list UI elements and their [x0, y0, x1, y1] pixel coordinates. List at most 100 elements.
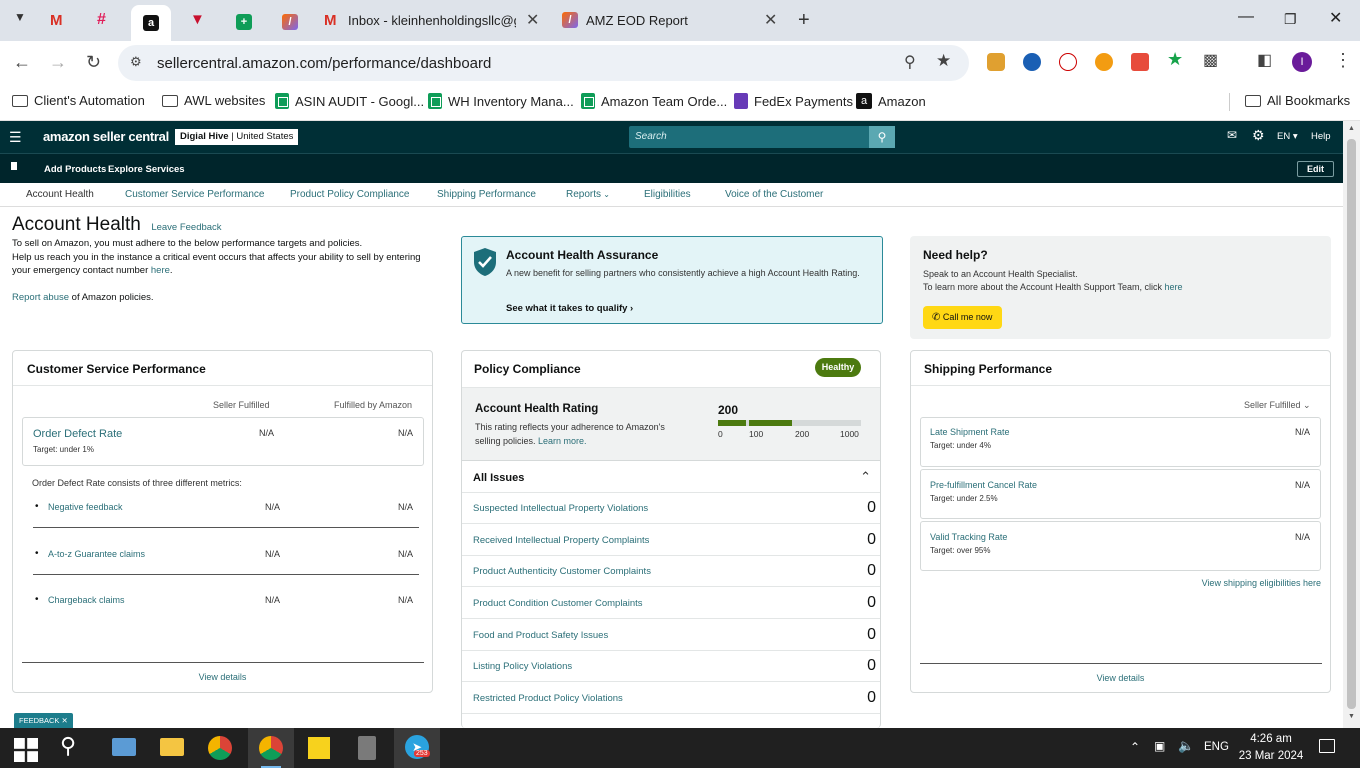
chrome-icon[interactable]	[208, 736, 232, 760]
call-me-now-button[interactable]: ✆ Call me now	[923, 306, 1002, 329]
search-button[interactable]: ⚲	[869, 126, 895, 148]
back-icon[interactable]: ←	[13, 52, 31, 73]
site-info-icon[interactable]: ⚙	[130, 54, 142, 70]
minimize-icon[interactable]: —	[1238, 8, 1254, 26]
bookmark-flag-icon[interactable]	[11, 162, 17, 170]
scroll-down-icon[interactable]: ▼	[1348, 713, 1355, 720]
scroll-up-icon[interactable]: ▲	[1348, 125, 1355, 132]
tab-gmail[interactable]: M	[50, 12, 63, 30]
chrome-profile-active[interactable]	[248, 728, 294, 768]
restore-icon[interactable]: ❐	[1284, 11, 1297, 28]
issue-row[interactable]: Food and Product Safety Issues 0	[462, 620, 880, 651]
extension-star-icon[interactable]: ★	[1167, 49, 1183, 70]
network-icon[interactable]: ▣	[1154, 739, 1165, 753]
tab-slack[interactable]: #	[97, 11, 106, 29]
hamburger-menu-icon[interactable]: ☰	[9, 129, 22, 146]
bookmark-amazon[interactable]: a Amazon	[856, 93, 926, 109]
extension-icon-2[interactable]	[1023, 53, 1041, 71]
bookmark-asin-audit[interactable]: ASIN AUDIT - Googl...	[275, 93, 424, 109]
issue-row[interactable]: Suspected Intellectual Property Violatio…	[462, 493, 880, 524]
url-text[interactable]: sellercentral.amazon.com/performance/das…	[157, 55, 491, 72]
tab-amz-eod[interactable]: / AMZ EOD Report ✕	[556, 6, 786, 35]
extension-icon-1[interactable]	[987, 53, 1005, 71]
edit-button[interactable]: Edit	[1297, 161, 1334, 177]
issue-label[interactable]: Food and Product Safety Issues	[473, 630, 608, 641]
issue-row[interactable]: Listing Policy Violations 0	[462, 651, 880, 682]
zoom-icon[interactable]: ⚲	[904, 52, 916, 72]
emergency-contact-link[interactable]: here	[151, 265, 170, 276]
file-explorer-icon[interactable]	[160, 738, 184, 756]
search-input[interactable]: Search	[635, 131, 667, 142]
help-link[interactable]: Help	[1311, 131, 1331, 142]
language-indicator[interactable]: ENG	[1204, 741, 1229, 753]
issue-row[interactable]: Product Authenticity Customer Complaints…	[462, 556, 880, 587]
scroll-thumb[interactable]	[1347, 139, 1356, 709]
valid-tracking-box[interactable]: Valid Tracking Rate Target: over 95% N/A	[920, 521, 1321, 571]
chargeback-claims-link[interactable]: Chargeback claims	[48, 595, 125, 605]
add-products-link[interactable]: Add Products	[44, 164, 106, 175]
desktop-app-icon[interactable]	[112, 738, 136, 756]
nav-product-policy[interactable]: Product Policy Compliance	[290, 189, 410, 200]
leave-feedback-link[interactable]: Leave Feedback	[151, 222, 221, 233]
issue-label[interactable]: Product Authenticity Customer Complaints	[473, 566, 651, 577]
windows-start-icon[interactable]	[14, 738, 38, 762]
late-shipment-box[interactable]: Late Shipment Rate Target: under 4% N/A	[920, 417, 1321, 467]
new-tab-button[interactable]: +	[798, 9, 810, 32]
side-panel-icon[interactable]: ◧	[1257, 50, 1272, 70]
calculator-icon[interactable]	[358, 736, 376, 760]
volume-icon[interactable]: 🔈	[1178, 738, 1194, 754]
negative-feedback-link[interactable]: Negative feedback	[48, 502, 123, 512]
settings-gear-icon[interactable]: ⚙	[1252, 127, 1265, 144]
tab-clickup[interactable]: /	[282, 12, 298, 30]
bookmark-amazon-team[interactable]: Amazon Team Orde...	[581, 93, 727, 109]
extensions-puzzle-icon[interactable]: ▩	[1203, 50, 1218, 70]
bookmark-fedex[interactable]: FedEx Payments	[734, 93, 853, 109]
assurance-qualify-link[interactable]: See what it takes to qualify ›	[506, 303, 633, 314]
tab-inbox[interactable]: M Inbox - kleinhenholdingsllc@gm ✕	[318, 6, 548, 35]
metric-label[interactable]: Pre-fulfillment Cancel Rate	[930, 480, 1037, 490]
extension-icon-5[interactable]	[1131, 53, 1149, 71]
tab-search-button[interactable]: ▼	[10, 10, 30, 30]
nav-eligibilities[interactable]: Eligibilities	[644, 189, 691, 200]
report-abuse-link[interactable]: Report abuse	[12, 292, 69, 303]
sticky-notes-icon[interactable]	[308, 737, 330, 759]
nav-reports[interactable]: Reports ⌄	[566, 189, 610, 200]
metric-label[interactable]: Late Shipment Rate	[930, 427, 1010, 437]
ahr-learn-more-link[interactable]: Learn more.	[538, 436, 587, 446]
chevron-up-icon[interactable]: ⌃	[860, 469, 871, 485]
metric-label[interactable]: Valid Tracking Rate	[930, 532, 1007, 542]
notifications-icon[interactable]	[1319, 739, 1335, 753]
menu-dots-icon[interactable]: ⋮	[1334, 50, 1352, 71]
profile-avatar[interactable]: I	[1292, 52, 1312, 72]
odr-label[interactable]: Order Defect Rate	[33, 428, 122, 440]
issue-row[interactable]: Product Condition Customer Complaints 0	[462, 588, 880, 619]
shipping-view-details-link[interactable]: View details	[911, 673, 1330, 683]
store-selector[interactable]: Digial Hive | United States	[175, 129, 299, 145]
bookmark-awl-websites[interactable]: AWL websites	[162, 93, 265, 108]
issue-row[interactable]: Received Intellectual Property Complaint…	[462, 525, 880, 556]
search-bar[interactable]: Search ⚲	[629, 126, 895, 148]
tab-sheets[interactable]: +	[236, 12, 252, 30]
bookmark-clients-automation[interactable]: Client's Automation	[12, 93, 145, 108]
issue-label[interactable]: Product Condition Customer Complaints	[473, 598, 643, 609]
tab-amazon[interactable]: a	[131, 5, 171, 41]
extension-icon-3[interactable]	[1059, 53, 1077, 71]
issue-label[interactable]: Received Intellectual Property Complaint…	[473, 535, 649, 546]
bookmark-star-icon[interactable]: ★	[936, 51, 951, 71]
close-icon[interactable]: ✕	[526, 10, 539, 30]
close-icon[interactable]: ✕	[764, 10, 777, 30]
issue-label[interactable]: Listing Policy Violations	[473, 661, 572, 672]
bookmark-wh-inventory[interactable]: WH Inventory Mana...	[428, 93, 574, 109]
issue-label[interactable]: Suspected Intellectual Property Violatio…	[473, 503, 648, 514]
address-bar[interactable]: ⚙ sellercentral.amazon.com/performance/d…	[118, 45, 969, 81]
seller-central-logo[interactable]: amazon seller central	[43, 129, 169, 144]
order-defect-rate-box[interactable]: Order Defect Rate Target: under 1% N/A N…	[22, 417, 424, 466]
telegram-active[interactable]: ➤ 253	[394, 728, 440, 768]
nav-customer-service[interactable]: Customer Service Performance	[125, 189, 265, 200]
language-selector[interactable]: EN ▾	[1277, 131, 1298, 142]
shipping-eligibilities-link[interactable]: View shipping eligibilities here	[1202, 578, 1321, 588]
extension-icon-4[interactable]	[1095, 53, 1113, 71]
cs-view-details-link[interactable]: View details	[13, 672, 432, 682]
nav-shipping[interactable]: Shipping Performance	[437, 189, 536, 200]
window-close-icon[interactable]: ✕	[1329, 8, 1342, 28]
